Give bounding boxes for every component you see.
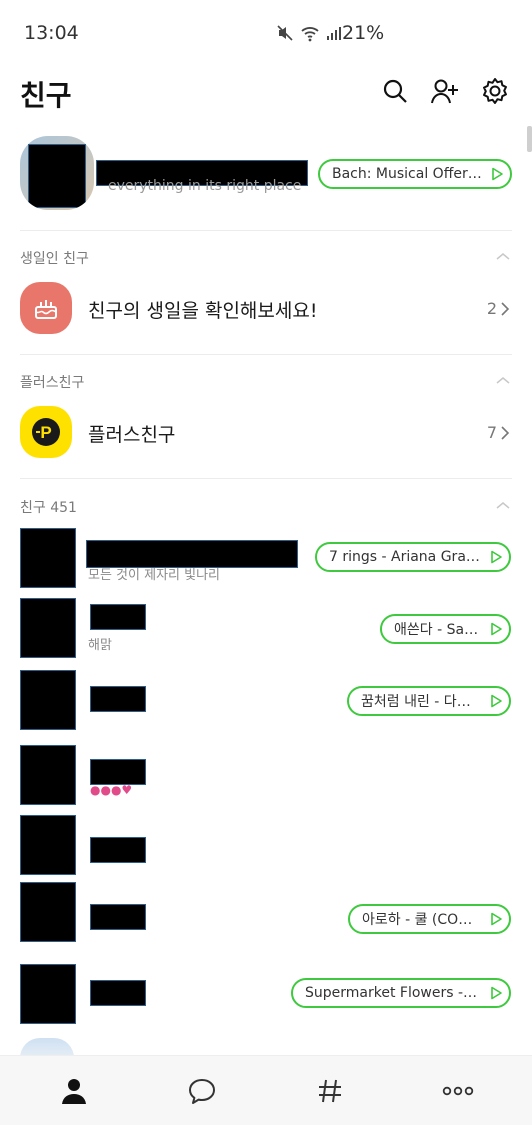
redacted-name — [90, 904, 146, 930]
status-bar: 13:04 21% — [0, 0, 532, 66]
redacted-name — [90, 837, 146, 863]
birthday-title: 친구의 생일을 확인해보세요! — [88, 300, 318, 322]
gear-icon — [483, 78, 507, 104]
birthday-section-label: 생일인 친구 — [20, 251, 89, 267]
play-icon — [491, 694, 502, 708]
chevron-up-icon[interactable] — [496, 375, 510, 385]
count-label: 7 — [486, 423, 497, 442]
profile-music-pill[interactable]: Bach: Musical Offerin⋯ — [318, 159, 512, 189]
friend-music-pill[interactable]: 애쓴다 - San E — [380, 614, 511, 644]
avatar — [20, 815, 76, 875]
friend-status: 해맑 — [88, 638, 112, 653]
play-icon — [491, 550, 502, 564]
redacted-name — [90, 686, 146, 712]
search-button[interactable] — [380, 76, 410, 106]
nav-hashtag-tab[interactable] — [313, 1074, 347, 1108]
avatar — [20, 528, 76, 588]
hashtag-icon — [319, 1079, 341, 1103]
chevron-up-icon[interactable] — [496, 500, 510, 510]
plus-friends-title: 플러스친구 — [88, 424, 176, 446]
header: 친구 — [0, 66, 532, 122]
avatar — [20, 136, 94, 210]
nav-more-tab[interactable] — [441, 1074, 475, 1108]
play-icon — [492, 167, 503, 181]
signal-icon — [327, 27, 341, 40]
chevron-right-icon — [501, 425, 510, 440]
redacted-name — [90, 759, 146, 785]
wifi-icon — [301, 27, 319, 42]
friend-row[interactable]: 모든 것이 제자리 빛나리 7 rings - Ariana Grande — [0, 528, 532, 598]
play-icon — [491, 986, 502, 1000]
redacted-name — [90, 604, 146, 630]
page-title: 친구 — [20, 79, 72, 112]
music-title: 애쓴다 - San E — [394, 622, 481, 638]
divider — [20, 478, 512, 479]
avatar — [20, 745, 76, 805]
nav-friends-tab[interactable] — [57, 1074, 91, 1108]
friend-music-pill[interactable]: 꿈처럼 내린 - 다비치 — [347, 686, 511, 716]
profile-status-message: everything in its right place — [108, 178, 302, 194]
settings-button[interactable] — [480, 76, 510, 106]
friend-row[interactable]: 해맑 애쓴다 - San E — [0, 598, 532, 668]
music-title: 7 rings - Ariana Grande — [329, 549, 481, 565]
avatar — [20, 964, 76, 1024]
chevron-right-icon — [501, 301, 510, 316]
play-icon — [491, 622, 502, 636]
plus-section-label: 플러스친구 — [20, 375, 85, 391]
play-icon — [491, 912, 502, 926]
plus-friends-count: 7 — [487, 423, 510, 442]
add-person-icon — [431, 79, 458, 104]
friends-section-label: 친구 451 — [20, 500, 77, 516]
emoji-status: ●●●♥ — [90, 783, 133, 797]
friend-row[interactable] — [0, 815, 532, 885]
music-title: 아로하 - 쿨 (COOL) — [362, 912, 481, 928]
avatar — [20, 882, 76, 942]
music-title: Supermarket Flowers - E⋯ — [305, 985, 481, 1001]
nav-chats-tab[interactable] — [185, 1074, 219, 1108]
mute-icon — [277, 25, 293, 41]
music-title: Bach: Musical Offerin⋯ — [332, 166, 482, 182]
add-friend-button[interactable] — [430, 76, 460, 106]
plus-friend-logo-icon: P — [20, 406, 72, 458]
person-icon — [62, 1079, 86, 1104]
redacted-block — [28, 144, 86, 208]
music-title: 꿈처럼 내린 - 다비치 — [361, 694, 481, 710]
bottom-nav — [0, 1055, 532, 1125]
avatar — [20, 670, 76, 730]
friend-row[interactable]: Supermarket Flowers - E⋯ — [0, 964, 532, 1034]
friend-row[interactable]: 꿈처럼 내린 - 다비치 — [0, 670, 532, 740]
search-icon — [383, 79, 407, 103]
birthday-cake-icon — [20, 282, 72, 334]
status-time: 13:04 — [24, 22, 79, 44]
friend-music-pill[interactable]: Supermarket Flowers - E⋯ — [291, 978, 511, 1008]
divider — [20, 354, 512, 355]
count-label: 2 — [486, 299, 497, 318]
redacted-name — [90, 980, 146, 1006]
avatar — [20, 598, 76, 658]
my-profile[interactable]: everything in its right place Bach: Musi… — [0, 136, 532, 212]
chat-bubble-icon — [189, 1079, 215, 1104]
birthday-count: 2 — [487, 299, 510, 318]
friend-music-pill[interactable]: 아로하 - 쿨 (COOL) — [348, 904, 511, 934]
svg-text:P: P — [40, 423, 51, 442]
friend-row[interactable]: ●●●♥ — [0, 745, 532, 815]
battery-level: 21% — [342, 22, 385, 44]
friend-music-pill[interactable]: 7 rings - Ariana Grande — [315, 542, 511, 572]
friend-row[interactable]: 아로하 - 쿨 (COOL) — [0, 882, 532, 952]
divider — [20, 230, 512, 231]
more-icon — [442, 1086, 474, 1096]
friend-status: 모든 것이 제자리 빛나리 — [88, 568, 220, 583]
chevron-up-icon[interactable] — [496, 251, 510, 261]
status-icons — [276, 24, 342, 42]
